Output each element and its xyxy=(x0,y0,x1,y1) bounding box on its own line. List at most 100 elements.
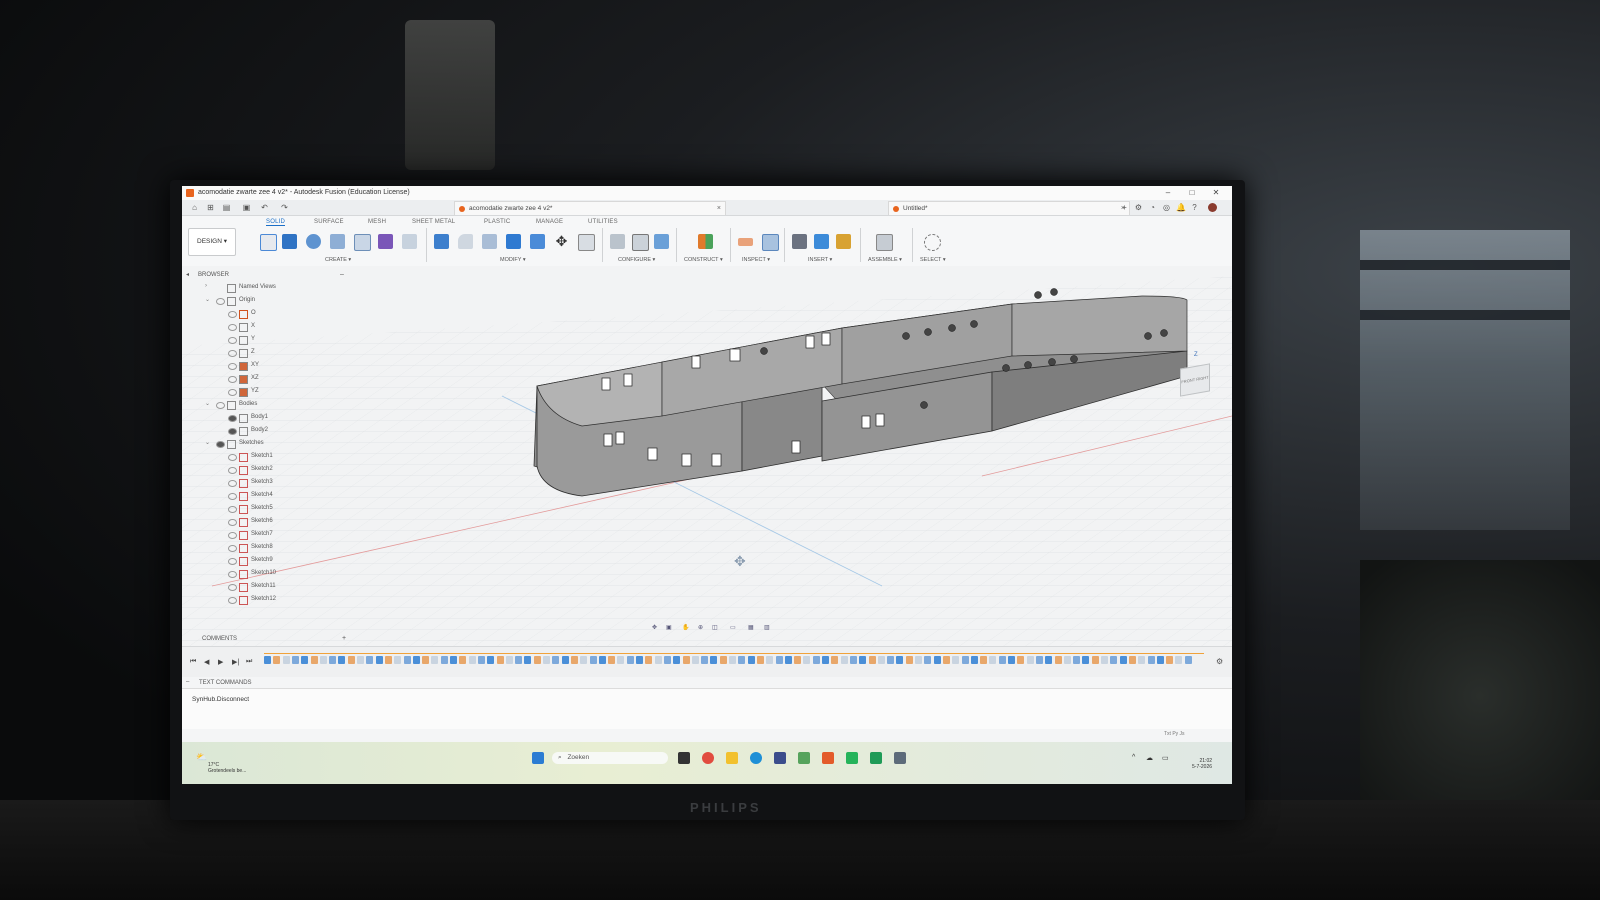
visibility-eye-icon[interactable] xyxy=(228,363,237,370)
visibility-eye-icon[interactable] xyxy=(228,428,237,435)
home-icon[interactable]: ⌂ xyxy=(190,203,199,212)
timeline-feature-icon[interactable] xyxy=(561,656,569,664)
rectangular-pattern-icon[interactable] xyxy=(354,234,371,251)
visibility-eye-icon[interactable] xyxy=(228,454,237,461)
timeline-feature-icon[interactable] xyxy=(1045,656,1053,664)
user-avatar[interactable] xyxy=(1208,203,1217,212)
timeline-track[interactable] xyxy=(264,656,1204,668)
chamfer-icon[interactable] xyxy=(482,234,497,249)
fusion-taskbar-icon[interactable] xyxy=(822,752,834,764)
add-comment-button[interactable]: + xyxy=(342,635,346,642)
edge-icon[interactable] xyxy=(750,752,762,764)
timeline-feature-icon[interactable] xyxy=(580,656,588,664)
timeline-feature-icon[interactable] xyxy=(1128,656,1136,664)
timeline-feature-icon[interactable] xyxy=(756,656,764,664)
timeline-feature-icon[interactable] xyxy=(868,656,876,664)
visibility-eye-icon[interactable] xyxy=(228,467,237,474)
extrude-icon[interactable] xyxy=(282,234,297,249)
table-icon[interactable] xyxy=(632,234,649,251)
timeline-feature-icon[interactable] xyxy=(338,656,346,664)
timeline-feature-icon[interactable] xyxy=(915,656,922,664)
tab-plastic[interactable]: PLASTIC xyxy=(484,219,510,225)
timeline-feature-icon[interactable] xyxy=(570,656,578,664)
copilot-icon[interactable] xyxy=(702,752,714,764)
help-icon[interactable]: ? xyxy=(1190,203,1199,212)
visibility-eye-icon[interactable] xyxy=(228,571,237,578)
pan-icon[interactable]: ✋ xyxy=(682,624,689,631)
insert-mesh-icon[interactable] xyxy=(836,234,851,249)
create-sketch-icon[interactable] xyxy=(260,234,277,251)
timeline-feature-icon[interactable] xyxy=(1035,656,1043,664)
spreadsheet-icon[interactable] xyxy=(870,752,882,764)
timeline-feature-icon[interactable] xyxy=(952,656,960,664)
timeline-feature-icon[interactable] xyxy=(933,656,941,664)
timeline-feature-icon[interactable] xyxy=(942,656,950,664)
visibility-eye-icon[interactable] xyxy=(228,415,237,422)
timeline-feature-icon[interactable] xyxy=(1138,656,1146,664)
weather-widget[interactable]: 17°C Grotendeels be... xyxy=(196,762,246,774)
browser-header[interactable]: ◂ BROWSER – xyxy=(182,270,352,281)
tab-untitled[interactable]: Untitled* × xyxy=(888,201,1130,215)
timeline-feature-icon[interactable] xyxy=(357,656,364,664)
viewcube-face-right[interactable]: RIGHT xyxy=(1196,375,1208,382)
taskbar-search[interactable]: ⌕ Zoeken xyxy=(552,752,668,764)
visibility-eye-icon[interactable] xyxy=(228,389,237,396)
inspect-group-label[interactable]: INSPECT ▾ xyxy=(742,257,770,263)
offset-plane-icon[interactable] xyxy=(698,234,713,249)
timeline-feature-icon[interactable] xyxy=(394,656,402,664)
timeline-feature-icon[interactable] xyxy=(552,656,560,664)
timeline-feature-icon[interactable] xyxy=(849,656,857,664)
timeline-feature-icon[interactable] xyxy=(710,656,718,664)
timeline-feature-icon[interactable] xyxy=(682,656,690,664)
insert-group-label[interactable]: INSERT ▾ xyxy=(808,257,832,263)
select-icon[interactable] xyxy=(924,234,941,251)
fit-icon[interactable]: ◫ xyxy=(712,624,718,631)
text-commands-console[interactable]: SynHub.Disconnect xyxy=(182,689,1232,729)
visibility-eye-icon[interactable] xyxy=(216,298,225,305)
volume-icon[interactable]: ▭ xyxy=(1162,754,1169,762)
fillet-icon[interactable] xyxy=(458,234,473,249)
file-explorer-icon[interactable] xyxy=(726,752,738,764)
visibility-eye-icon[interactable] xyxy=(228,506,237,513)
visibility-eye-icon[interactable] xyxy=(228,558,237,565)
timeline-feature-icon[interactable] xyxy=(347,656,355,664)
press-pull-icon[interactable] xyxy=(434,234,449,249)
timeline-feature-icon[interactable] xyxy=(840,656,848,664)
timeline-feature-icon[interactable] xyxy=(412,656,420,664)
windows-start-icon[interactable] xyxy=(532,752,544,764)
visibility-eye-icon[interactable] xyxy=(228,311,237,318)
timeline-feature-icon[interactable] xyxy=(989,656,997,664)
timeline-feature-icon[interactable] xyxy=(384,656,392,664)
timeline-feature-icon[interactable] xyxy=(450,656,457,664)
visibility-eye-icon[interactable] xyxy=(228,597,237,604)
timeline-feature-icon[interactable] xyxy=(1063,656,1071,664)
shell-icon[interactable] xyxy=(506,234,521,249)
visibility-eye-icon[interactable] xyxy=(216,402,225,409)
timeline-feature-icon[interactable] xyxy=(505,656,513,664)
timeline-feature-icon[interactable] xyxy=(831,656,839,664)
timeline-feature-icon[interactable] xyxy=(636,656,643,664)
canvas-viewport[interactable]: ✥ FRONT RIGHT Z xyxy=(182,266,1232,646)
timeline-feature-icon[interactable] xyxy=(924,656,932,664)
timeline-play-button[interactable]: ▶ xyxy=(218,658,223,666)
measure-icon[interactable] xyxy=(738,238,753,246)
timeline-settings-icon[interactable]: ⚙ xyxy=(1216,657,1223,666)
align-icon[interactable] xyxy=(578,234,595,251)
timeline-feature-icon[interactable] xyxy=(961,656,969,664)
modify-group-label[interactable]: MODIFY ▾ xyxy=(500,257,526,263)
clock[interactable]: 21:02 5-7-2026 xyxy=(1192,758,1212,770)
tab-acomodatie[interactable]: acomodatie zwarte zee 4 v2* × xyxy=(454,201,726,215)
redo-icon[interactable]: ↷ xyxy=(280,203,289,212)
visibility-eye-icon[interactable] xyxy=(228,480,237,487)
timeline-feature-icon[interactable] xyxy=(896,656,904,664)
timeline-feature-icon[interactable] xyxy=(543,656,550,664)
timeline-feature-icon[interactable] xyxy=(440,656,448,664)
maximize-button[interactable]: □ xyxy=(1184,188,1200,198)
timeline-feature-icon[interactable] xyxy=(366,656,374,664)
workspace-switcher[interactable]: DESIGN ▾ xyxy=(188,228,236,256)
text-commands-collapse-icon[interactable]: – xyxy=(186,679,189,685)
tab-mesh[interactable]: MESH xyxy=(368,219,386,225)
timeline-feature-icon[interactable] xyxy=(608,656,616,664)
move-icon[interactable]: ✥ xyxy=(554,234,569,249)
viewcube-face-front[interactable]: FRONT xyxy=(1181,377,1195,384)
